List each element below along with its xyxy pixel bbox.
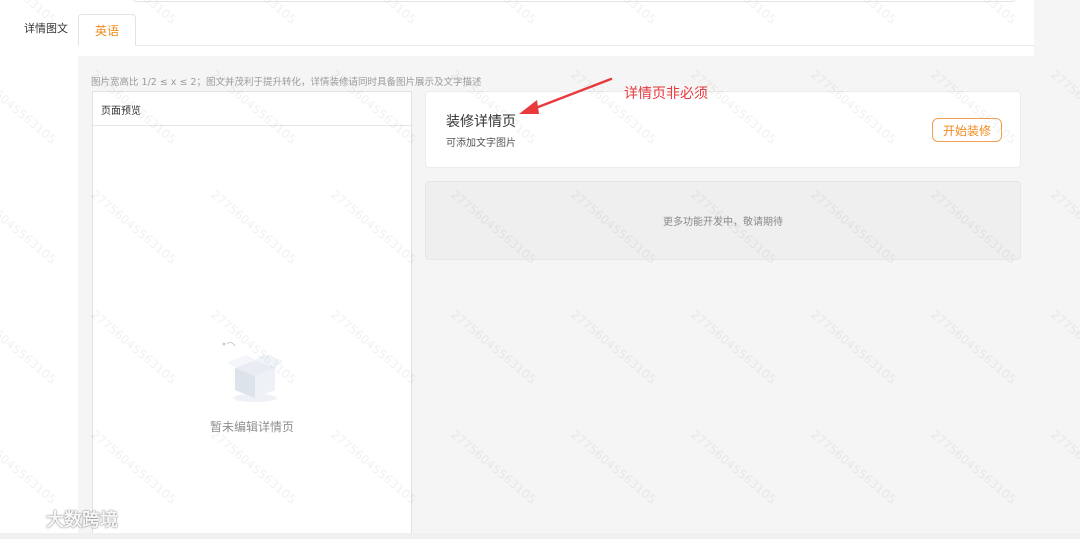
brand-watermark: 大数跨境 — [10, 506, 118, 532]
right-gutter — [1034, 0, 1080, 539]
annotation-arrow-icon — [519, 77, 613, 114]
page: 详情图文 英语 图片宽高比 1/2 ≤ x ≤ 2；图文并茂利于提升转化，详情装… — [0, 0, 1080, 539]
language-tabs: 英语 — [78, 14, 1034, 46]
empty-preview-text: 暂未编辑详情页 — [209, 420, 294, 434]
tab-english[interactable]: 英语 — [78, 14, 136, 46]
detail-panel: 图片宽高比 1/2 ≤ x ≤ 2；图文并茂利于提升转化，详情装修请同时具备图片… — [78, 56, 1034, 539]
decoration-card: 装修详情页 可添加文字图片 开始装修 — [425, 91, 1021, 168]
watermark-text: 27756045563105 — [0, 187, 59, 267]
page-preview: 页面预览 暂未编辑详情页 — [92, 91, 412, 539]
decoration-subtitle: 可添加文字图片 — [446, 138, 516, 149]
watermark-text: 27756045563105 — [0, 427, 59, 507]
more-features-text: 更多功能开发中，敬请期待 — [663, 217, 783, 228]
brand-logo-icon — [10, 509, 40, 528]
empty-box-icon — [222, 341, 283, 402]
preview-header: 页面预览 — [93, 92, 411, 126]
brand-name: 大数跨境 — [46, 510, 118, 531]
watermark-text: 27756045563105 — [0, 67, 59, 147]
decoration-title: 装修详情页 — [446, 114, 516, 130]
watermark-text: 27756045563105 — [0, 307, 59, 387]
bottom-bar — [0, 533, 1080, 539]
image-hint: 图片宽高比 1/2 ≤ x ≤ 2；图文并茂利于提升转化，详情装修请同时具备图片… — [91, 77, 482, 88]
more-features-box: 更多功能开发中，敬请期待 — [425, 181, 1021, 260]
annotation-text: 详情页非必须 — [624, 86, 708, 102]
top-input-field[interactable] — [132, 0, 1016, 2]
section-label: 详情图文 — [24, 22, 68, 35]
start-decoration-button[interactable]: 开始装修 — [932, 118, 1002, 142]
